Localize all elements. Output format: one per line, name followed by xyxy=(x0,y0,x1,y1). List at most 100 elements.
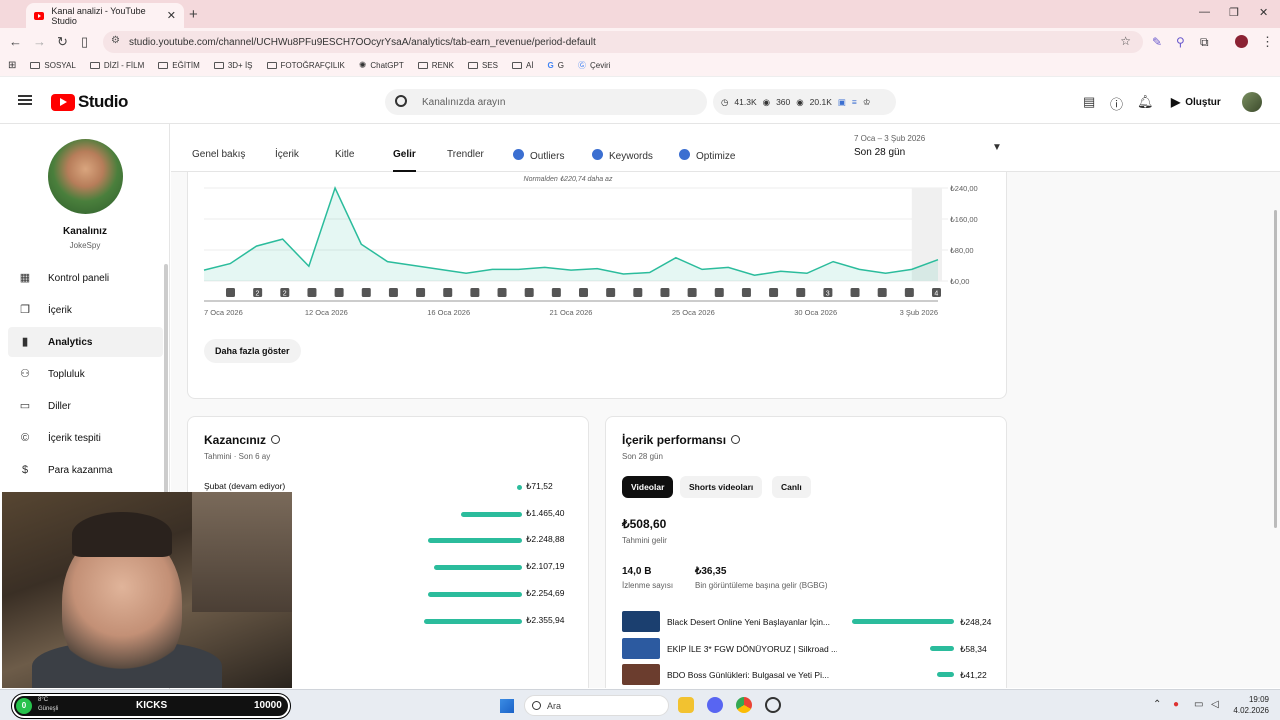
apps-grid-icon[interactable]: ⊞ xyxy=(8,60,16,71)
bookmark-item[interactable]: EĞİTİM xyxy=(158,61,200,70)
tab-keywords[interactable]: Keywords xyxy=(592,149,653,162)
bookmark-item[interactable]: Aİ xyxy=(511,61,534,70)
list-icon[interactable]: ≡ xyxy=(852,97,857,107)
tab-outliers[interactable]: Outliers xyxy=(513,149,564,162)
video-marker[interactable] xyxy=(470,288,480,297)
feedback-icon[interactable]: ▤ xyxy=(1083,94,1095,110)
bookmark-item[interactable]: GG xyxy=(548,61,564,70)
video-marker[interactable] xyxy=(361,288,371,297)
forward-icon[interactable]: → xyxy=(33,34,46,49)
sidebar-item-community[interactable]: ⚇ Topluluk xyxy=(8,359,163,389)
new-tab-icon[interactable]: + xyxy=(189,6,198,23)
sidebar-scrollbar[interactable] xyxy=(164,264,168,494)
video-marker[interactable] xyxy=(416,288,426,297)
video-row[interactable]: BDO Boss Günlükleri: Bulgasal ve Yeti Pi… xyxy=(622,664,994,686)
video-row[interactable]: EKİP İLE 3* FGW DÖNÜYORUZ | Silkroad ...… xyxy=(622,637,994,660)
date-range[interactable]: 7 Oca – 3 Şub 2026 xyxy=(854,134,925,143)
channel-avatar[interactable] xyxy=(48,139,123,214)
video-marker[interactable] xyxy=(388,288,398,297)
video-marker[interactable] xyxy=(904,288,914,297)
discord-icon[interactable] xyxy=(707,697,723,713)
tab-content[interactable]: İçerik xyxy=(275,149,299,160)
search-input[interactable]: Kanalınızda arayın xyxy=(385,89,707,115)
windows-start-icon[interactable] xyxy=(499,698,514,713)
tray-chevron-icon[interactable]: ⌃ xyxy=(1153,699,1161,710)
video-thumbnail[interactable] xyxy=(622,664,660,685)
sidebar-item-copyright[interactable]: © İçerik tespiti xyxy=(8,423,163,453)
video-marker[interactable] xyxy=(660,288,670,297)
app-icon[interactable] xyxy=(765,697,781,713)
date-period[interactable]: Son 28 gün xyxy=(854,147,905,158)
tab-revenue[interactable]: Gelir xyxy=(393,149,416,172)
video-marker[interactable] xyxy=(796,288,806,297)
video-marker[interactable] xyxy=(633,288,643,297)
bookmark-item[interactable]: FOTOĞRAFÇILIK xyxy=(266,61,345,70)
chip-shorts[interactable]: Shorts videoları xyxy=(680,476,763,498)
display-icon[interactable]: ▭ xyxy=(1194,699,1203,710)
video-title[interactable]: Black Desert Online Yeni Başlayanlar İçi… xyxy=(667,617,837,627)
chip-videos[interactable]: Videolar xyxy=(622,476,674,498)
video-title[interactable]: EKİP İLE 3* FGW DÖNÜYORUZ | Silkroad ... xyxy=(667,644,837,654)
taskbar-search[interactable]: Ara xyxy=(524,695,669,716)
bookmark-item[interactable]: 3D+ İŞ xyxy=(213,61,253,70)
video-marker[interactable] xyxy=(524,288,534,297)
extensions-icon[interactable]: ⧉ xyxy=(1200,35,1209,50)
sidebar-item-monetization[interactable]: $ Para kazanma xyxy=(8,455,163,485)
sidebar-toggle-icon[interactable]: ▯ xyxy=(81,34,88,50)
back-icon[interactable]: ← xyxy=(9,34,22,49)
video-marker[interactable] xyxy=(551,288,561,297)
sidebar-item-content[interactable]: ❐ İçerik xyxy=(8,295,163,325)
close-window-icon[interactable]: ✕ xyxy=(1259,6,1268,19)
notifications-icon[interactable]: 🔔︎ xyxy=(1137,94,1154,110)
show-more-button[interactable]: Daha fazla göster xyxy=(204,339,301,363)
chevron-down-icon[interactable]: ▼ xyxy=(992,142,1002,153)
video-marker[interactable] xyxy=(579,288,588,297)
microphone-icon[interactable]: ● xyxy=(1173,699,1179,710)
channel-stats[interactable]: ◷ 41.3K ◉ 360 ◉ 20.1K ▣ ≡ ♔ xyxy=(713,89,896,115)
video-marker[interactable] xyxy=(714,288,724,297)
video-title[interactable]: BDO Boss Günlükleri: Bulgasal ve Yeti Pi… xyxy=(667,670,837,680)
maximize-icon[interactable]: ❐ xyxy=(1229,6,1239,19)
video-marker[interactable] xyxy=(443,288,453,297)
minimize-icon[interactable]: — xyxy=(1199,6,1210,18)
trophy-icon[interactable]: ♔ xyxy=(863,97,871,108)
page-scrollbar[interactable] xyxy=(1274,210,1277,528)
help-icon[interactable]: ⓘ xyxy=(1110,94,1123,113)
extension-icon[interactable]: ▣ xyxy=(838,97,846,108)
sidebar-item-analytics[interactable]: ▮ Analytics xyxy=(8,327,163,357)
video-marker[interactable] xyxy=(497,288,507,297)
video-marker[interactable] xyxy=(850,288,860,297)
video-marker[interactable] xyxy=(741,288,751,297)
sidebar-item-dashboard[interactable]: ▦ Kontrol paneli xyxy=(8,263,163,293)
video-row[interactable]: Black Desert Online Yeni Başlayanlar İçi… xyxy=(622,611,994,633)
volume-icon[interactable]: ◁ xyxy=(1211,699,1219,710)
video-marker[interactable] xyxy=(877,288,887,297)
bookmark-star-icon[interactable]: ☆ xyxy=(1120,34,1131,48)
url-field[interactable]: ⚙ studio.youtube.com/channel/UCHWu8PFu9E… xyxy=(103,31,1143,53)
video-marker[interactable] xyxy=(606,288,616,297)
bookmark-item[interactable]: Ⓖ Çeviri xyxy=(578,60,610,71)
extension-pen-icon[interactable]: ✎ xyxy=(1152,35,1162,49)
tab-optimize[interactable]: Optimize xyxy=(679,149,735,162)
menu-icon[interactable] xyxy=(18,95,32,97)
tab-trends[interactable]: Trendler xyxy=(447,149,484,160)
bookmark-item[interactable]: ✺ ChatGPT xyxy=(359,60,404,71)
reload-icon[interactable]: ↻ xyxy=(57,34,68,50)
video-thumbnail[interactable] xyxy=(622,637,660,659)
tab-overview[interactable]: Genel bakış xyxy=(192,149,245,160)
profile-icon[interactable] xyxy=(1235,35,1248,48)
create-button[interactable]: ▶ Oluştur xyxy=(1163,91,1229,113)
system-clock[interactable]: 19:09 4.02.2026 xyxy=(1231,694,1269,716)
browser-menu-icon[interactable]: ⋮ xyxy=(1261,34,1274,50)
chrome-icon[interactable] xyxy=(736,697,752,713)
chip-live[interactable]: Canlı xyxy=(772,476,811,498)
video-marker[interactable] xyxy=(226,288,235,297)
file-explorer-icon[interactable] xyxy=(678,697,694,713)
bookmark-item[interactable]: SOSYAL xyxy=(30,61,76,70)
bookmark-item[interactable]: SES xyxy=(467,61,498,70)
sidebar-item-languages[interactable]: ▭ Diller xyxy=(8,391,163,421)
video-marker[interactable] xyxy=(307,288,317,297)
site-info-icon[interactable]: ⚙ xyxy=(111,35,120,46)
browser-tab[interactable]: Kanal analizi - YouTube Studio ✕ xyxy=(26,3,184,28)
bookmark-item[interactable]: RENK xyxy=(417,61,454,70)
